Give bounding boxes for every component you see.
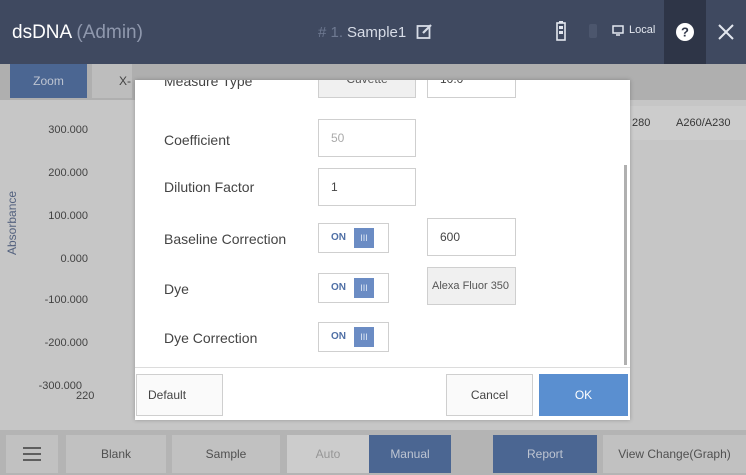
dye-select[interactable]: Alexa Fluor 350	[427, 267, 516, 305]
toggle-state: ON	[331, 282, 346, 293]
help-icon: ?	[676, 23, 694, 41]
connection-label: Local	[629, 24, 656, 36]
sample-number: # 1.	[318, 24, 344, 41]
dilution-factor-label: Dilution Factor	[164, 179, 255, 195]
toggle-knob: III	[354, 278, 374, 298]
close-button[interactable]	[706, 0, 746, 64]
app-title: dsDNA (Admin)	[12, 22, 143, 44]
dye-label: Dye	[164, 281, 189, 297]
default-button[interactable]: Default	[136, 374, 223, 416]
dialog-body: Measure Type Cuvette 10.0 Coefficient 50…	[135, 80, 630, 367]
baseline-correction-toggle[interactable]: ON III	[318, 223, 389, 253]
monitor-icon	[612, 24, 624, 36]
coefficient-label: Coefficient	[164, 132, 230, 148]
dialog-divider	[135, 367, 630, 368]
toggle-knob: III	[354, 228, 374, 248]
signal-icon	[589, 24, 597, 38]
connection-status[interactable]: Local	[612, 24, 655, 36]
baseline-correction-label: Baseline Correction	[164, 231, 287, 247]
dye-correction-toggle[interactable]: ON III	[318, 322, 389, 352]
ok-button[interactable]: OK	[539, 374, 628, 416]
sample-title[interactable]: # 1. Sample1	[318, 23, 433, 41]
app-name: dsDNA	[12, 22, 72, 43]
dye-correction-label: Dye Correction	[164, 330, 258, 346]
dilution-factor-field[interactable]: 1	[318, 168, 416, 206]
dialog-scrollbar[interactable]	[624, 165, 627, 365]
path-length-field[interactable]: 10.0	[427, 80, 516, 98]
toggle-knob: III	[354, 327, 374, 347]
help-button[interactable]: ?	[664, 0, 706, 64]
svg-text:?: ?	[681, 25, 689, 40]
sample-name: Sample1	[347, 24, 407, 41]
cancel-button[interactable]: Cancel	[446, 374, 533, 416]
toggle-state: ON	[331, 331, 346, 342]
toggle-state: ON	[331, 232, 346, 243]
settings-dialog: Measure Type Cuvette 10.0 Coefficient 50…	[135, 80, 630, 420]
edit-icon[interactable]	[416, 23, 433, 40]
measure-type-label: Measure Type	[164, 80, 253, 89]
baseline-wavelength-field[interactable]: 600	[427, 218, 516, 256]
dye-toggle[interactable]: ON III	[318, 273, 389, 303]
battery-icon	[556, 21, 566, 41]
measure-type-field[interactable]: Cuvette	[318, 80, 416, 98]
coefficient-field[interactable]: 50	[318, 119, 416, 157]
close-icon	[718, 24, 734, 40]
user-role: (Admin)	[76, 22, 143, 43]
